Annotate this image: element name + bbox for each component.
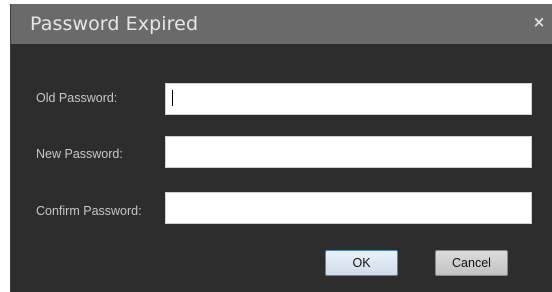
close-icon[interactable]: ×	[532, 13, 546, 31]
dialog-titlebar[interactable]: Password Expired ×	[11, 4, 552, 44]
password-expired-dialog: Password Expired × Old Password: New Pas…	[10, 4, 552, 292]
confirm-password-label: Confirm Password:	[36, 204, 142, 218]
new-password-field[interactable]	[165, 136, 532, 168]
new-password-label: New Password:	[36, 147, 123, 161]
dialog-title: Password Expired	[30, 13, 199, 35]
old-password-field[interactable]	[165, 83, 532, 115]
cancel-button[interactable]: Cancel	[435, 250, 508, 276]
text-caret	[172, 90, 173, 106]
old-password-label: Old Password:	[36, 91, 118, 105]
confirm-password-field[interactable]	[165, 192, 532, 224]
ok-button[interactable]: OK	[325, 250, 398, 276]
